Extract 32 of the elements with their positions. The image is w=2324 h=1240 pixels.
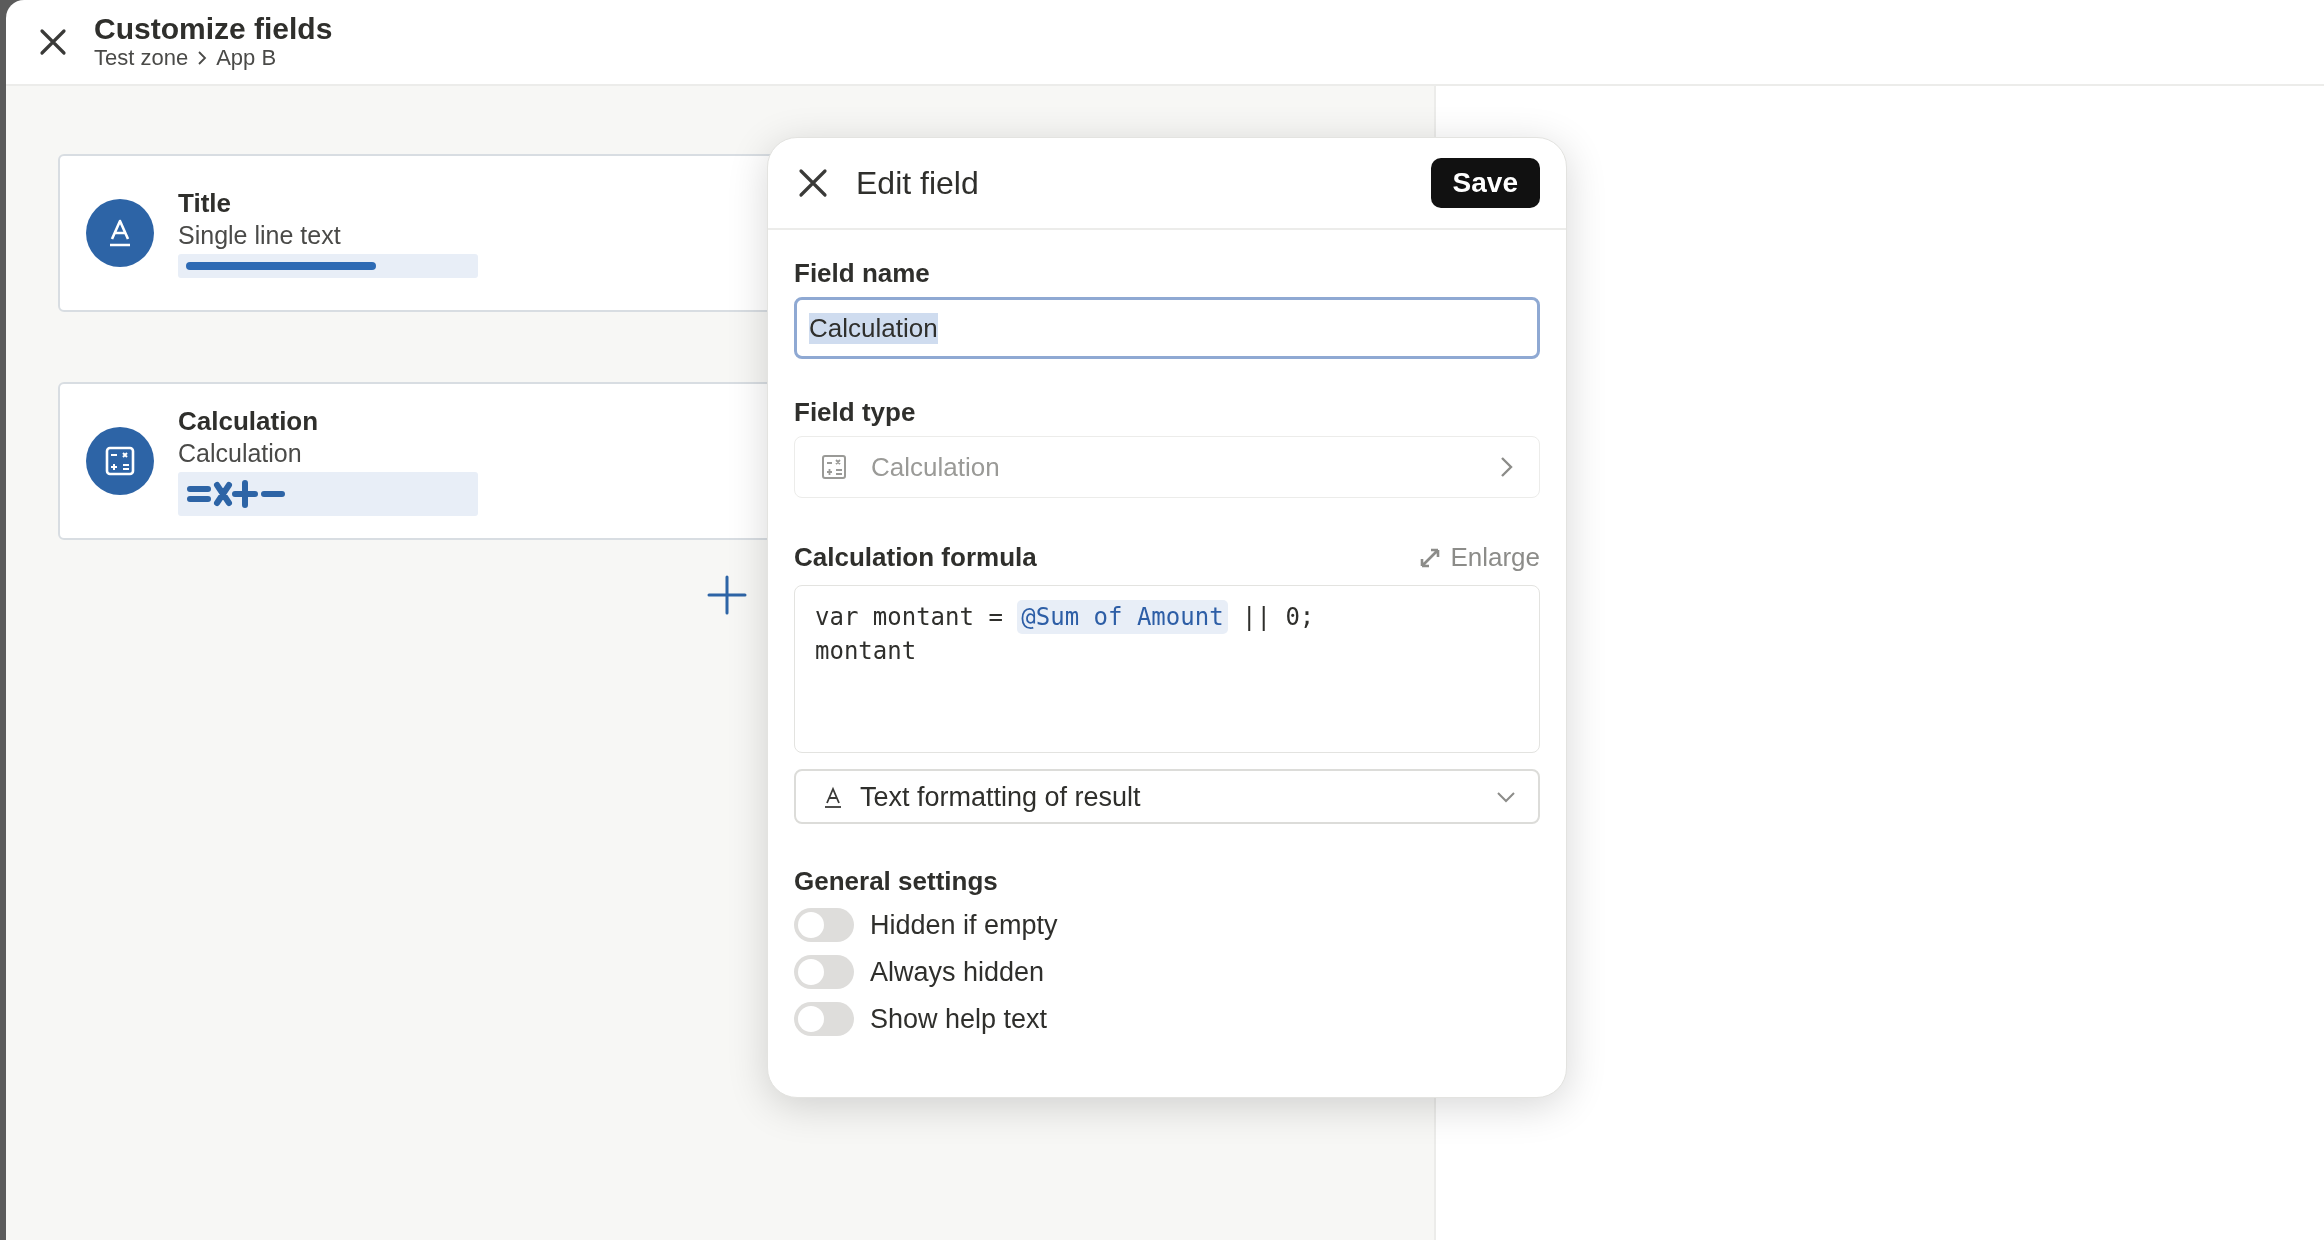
- toggle-switch[interactable]: [794, 955, 854, 990]
- field-label: Calculation formula: [794, 542, 1037, 574]
- chevron-right-icon: [1499, 456, 1513, 479]
- field-name: Calculation: [178, 406, 320, 438]
- breadcrumb-item[interactable]: Test zone: [94, 45, 189, 72]
- section-title: General settings: [794, 866, 999, 898]
- toggle-switch[interactable]: [794, 1002, 854, 1037]
- field-label: Field name: [794, 258, 931, 290]
- field-name: Title: [178, 188, 232, 220]
- page-title: Customize fields: [94, 12, 333, 46]
- add-icon[interactable]: [706, 574, 748, 616]
- math-symbols-icon: [186, 478, 286, 509]
- toggle-label: Hidden if empty: [870, 908, 1058, 942]
- breadcrumb-item[interactable]: App B: [216, 45, 277, 72]
- field-label: Field type: [794, 397, 917, 429]
- dialog-title: Edit field: [856, 164, 979, 203]
- chevron-down-icon: [1496, 789, 1516, 804]
- field-type: Single line text: [178, 219, 342, 250]
- toggle-label: Show help text: [870, 1002, 1048, 1036]
- field-type: Calculation: [178, 437, 303, 468]
- toggle-switch[interactable]: [794, 908, 854, 943]
- text-type-icon: [86, 199, 154, 267]
- text-format-icon: [822, 785, 844, 808]
- toggle-label: Always hidden: [870, 955, 1045, 989]
- calculator-icon: [86, 427, 154, 495]
- save-button[interactable]: Save: [1430, 158, 1540, 208]
- calculator-icon: [821, 454, 847, 481]
- formula-editor[interactable]: var montant = @Sum of Amount || 0; montant: [794, 585, 1540, 754]
- name-field[interactable]: Calculation: [794, 297, 1540, 360]
- chevron-right-icon: [196, 50, 209, 67]
- formatting-dropdown[interactable]: Text formatting of result: [794, 769, 1540, 825]
- close-icon[interactable]: [798, 168, 828, 198]
